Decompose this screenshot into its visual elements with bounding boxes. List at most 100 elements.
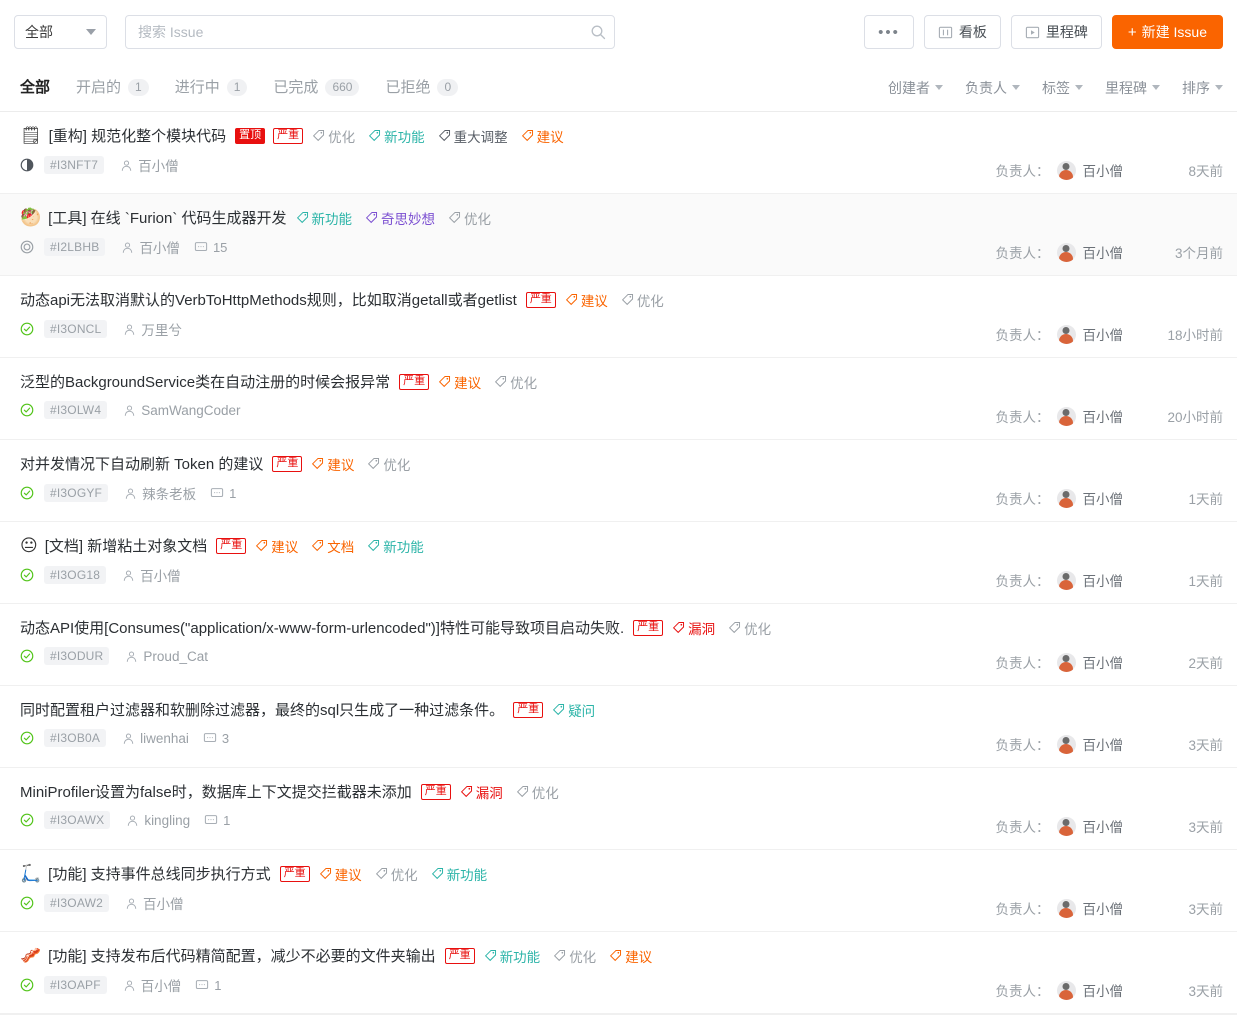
issue-title[interactable]: [工具] 在线 `Furion` 代码生成器开发 [48,207,286,228]
issue-author[interactable]: 百小僧 [120,155,179,175]
issue-title[interactable]: [文档] 新增粘土对象文档 [45,535,208,556]
issue-tag[interactable]: 优化 [375,864,418,884]
issue-author[interactable]: 百小僧 [123,975,181,995]
issue-row[interactable]: 🥙 [工具] 在线 `Furion` 代码生成器开发 新功能 奇思妙想 优化 #I2LBH… [0,194,1237,276]
issue-author[interactable]: 万里兮 [123,319,182,339]
assignee-name[interactable]: 百小僧 [1083,980,1124,1000]
issue-row[interactable]: 🗒 [重构] 规范化整个模块代码 置顶 严重 优化 新功能 重大调整 建议 #I3NFT7 百小僧… [0,112,1237,194]
issue-tag[interactable]: 建议 [319,864,362,884]
issue-author[interactable]: 百小僧 [121,237,180,257]
issue-tag[interactable]: 新功能 [484,946,540,966]
filter-dropdown-2[interactable]: 标签 [1042,78,1083,98]
tab-1[interactable]: 开启的 1 [76,64,149,112]
issue-tag[interactable]: 文档 [311,536,354,556]
assignee-name[interactable]: 百小僧 [1083,652,1124,672]
more-actions-button[interactable]: ••• [864,15,914,49]
issue-tag[interactable]: 建议 [255,536,298,556]
issue-tag[interactable]: 优化 [553,946,596,966]
assignee-name[interactable]: 百小僧 [1083,816,1124,836]
assignee-avatar[interactable] [1056,734,1076,754]
issue-author[interactable]: kingling [126,813,190,828]
issue-author[interactable]: 辣条老板 [124,483,196,503]
issue-row[interactable]: 动态api无法取消默认的VerbToHttpMethods规则，比如取消geta… [0,276,1237,358]
assignee-avatar[interactable] [1056,488,1076,508]
issue-number[interactable]: #I3ODUR [44,647,110,665]
issue-tag[interactable]: 疑问 [552,700,595,720]
issue-tag[interactable]: 优化 [367,454,410,474]
assignee-name[interactable]: 百小僧 [1083,898,1124,918]
tab-4[interactable]: 已拒绝 0 [385,64,459,112]
issue-tag[interactable]: 优化 [448,208,491,228]
assignee-avatar[interactable] [1056,406,1076,426]
assignee-avatar[interactable] [1056,324,1076,344]
assignee-name[interactable]: 百小僧 [1083,160,1124,180]
issue-tag[interactable]: 新功能 [296,208,352,228]
issue-number[interactable]: #I3NFT7 [44,156,105,174]
issue-tag[interactable]: 漏洞 [460,782,503,802]
issue-author[interactable]: 百小僧 [125,893,183,913]
issue-scope-select[interactable]: 全部 [14,15,107,49]
issue-tag[interactable]: 优化 [494,372,537,392]
issue-tag[interactable]: 新功能 [368,126,425,146]
issue-number[interactable]: #I3ONCL [44,320,108,338]
issue-row[interactable]: 🛴 [功能] 支持事件总线同步执行方式 严重 建议 优化 新功能 #I3OAW2 百小僧 负责人… [0,850,1237,932]
issue-row[interactable]: 泛型的BackgroundService类在自动注册的时候会报异常 严重 建议 优化 #… [0,358,1237,440]
issue-row[interactable]: MiniProfiler设置为false时，数据库上下文提交拦截器未添加 严重 漏洞… [0,768,1237,850]
issue-tag[interactable]: 建议 [438,372,481,392]
tab-0[interactable]: 全部 [20,64,50,112]
tab-2[interactable]: 进行中 1 [175,64,248,112]
issue-title[interactable]: MiniProfiler设置为false时，数据库上下文提交拦截器未添加 [20,781,412,802]
issue-title[interactable]: [重构] 规范化整个模块代码 [49,125,227,146]
issue-title[interactable]: 同时配置租户过滤器和软删除过滤器，最终的sql只生成了一种过滤条件。 [20,699,504,720]
filter-dropdown-4[interactable]: 排序 [1182,78,1223,98]
issue-number[interactable]: #I3OAW2 [44,894,109,912]
issue-tag[interactable]: 新功能 [431,864,487,884]
issue-author[interactable]: Proud_Cat [125,649,208,664]
assignee-avatar[interactable] [1056,898,1076,918]
issue-comment-count[interactable]: 1 [204,813,230,828]
assignee-avatar[interactable] [1056,980,1076,1000]
tab-3[interactable]: 已完成 660 [273,64,360,112]
assignee-avatar[interactable] [1056,570,1076,590]
issue-title[interactable]: 动态API使用[Consumes("application/x-www-form… [20,617,624,638]
issue-tag[interactable]: 优化 [621,290,664,310]
issue-row[interactable]: 动态API使用[Consumes("application/x-www-form… [0,604,1237,686]
search-icon[interactable] [590,24,606,40]
issue-number[interactable]: #I3OAPF [44,976,107,994]
issue-tag[interactable]: 优化 [728,618,771,638]
issue-row[interactable]: 😐 [文档] 新增粘土对象文档 严重 建议 文档 新功能 #I3OG18 百小僧 负责人： 百小僧… [0,522,1237,604]
issue-tag[interactable]: 建议 [565,290,608,310]
issue-number[interactable]: #I3OB0A [44,729,107,747]
issue-row[interactable]: 同时配置租户过滤器和软删除过滤器，最终的sql只生成了一种过滤条件。 严重 疑问 #I… [0,686,1237,768]
issue-number[interactable]: #I3OAWX [44,811,111,829]
issue-tag[interactable]: 优化 [516,782,559,802]
issue-comment-count[interactable]: 1 [210,486,236,501]
assignee-avatar[interactable] [1056,242,1076,262]
issue-title[interactable]: 动态api无法取消默认的VerbToHttpMethods规则，比如取消geta… [20,289,517,310]
issue-author[interactable]: SamWangCoder [123,403,241,418]
assignee-name[interactable]: 百小僧 [1083,324,1124,344]
filter-dropdown-0[interactable]: 创建者 [888,78,943,98]
assignee-avatar[interactable] [1056,160,1076,180]
assignee-name[interactable]: 百小僧 [1083,406,1124,426]
issue-number[interactable]: #I3OGYF [44,484,109,502]
issue-tag[interactable]: 奇思妙想 [365,208,435,228]
issue-row[interactable]: 对并发情况下自动刷新 Token 的建议 严重 建议 优化 #I3OGYF 辣条老板 1 负责… [0,440,1237,522]
board-view-button[interactable]: 看板 [923,15,1001,49]
issue-tag[interactable]: 建议 [521,126,564,146]
assignee-name[interactable]: 百小僧 [1083,242,1124,262]
issue-tag[interactable]: 建议 [609,946,652,966]
filter-dropdown-1[interactable]: 负责人 [965,78,1020,98]
filter-dropdown-3[interactable]: 里程碑 [1105,78,1160,98]
assignee-name[interactable]: 百小僧 [1083,734,1124,754]
issue-tag[interactable]: 漏洞 [672,618,715,638]
new-issue-button[interactable]: + 新建 Issue [1111,15,1223,49]
issue-comment-count[interactable]: 15 [194,240,227,255]
issue-comment-count[interactable]: 3 [203,731,229,746]
issue-title[interactable]: [功能] 支持发布后代码精简配置，减少不必要的文件夹输出 [48,945,436,966]
assignee-avatar[interactable] [1056,652,1076,672]
issue-title[interactable]: [功能] 支持事件总线同步执行方式 [48,863,271,884]
issue-number[interactable]: #I3OG18 [44,566,107,584]
assignee-name[interactable]: 百小僧 [1083,488,1124,508]
issue-author[interactable]: 百小僧 [122,565,181,585]
